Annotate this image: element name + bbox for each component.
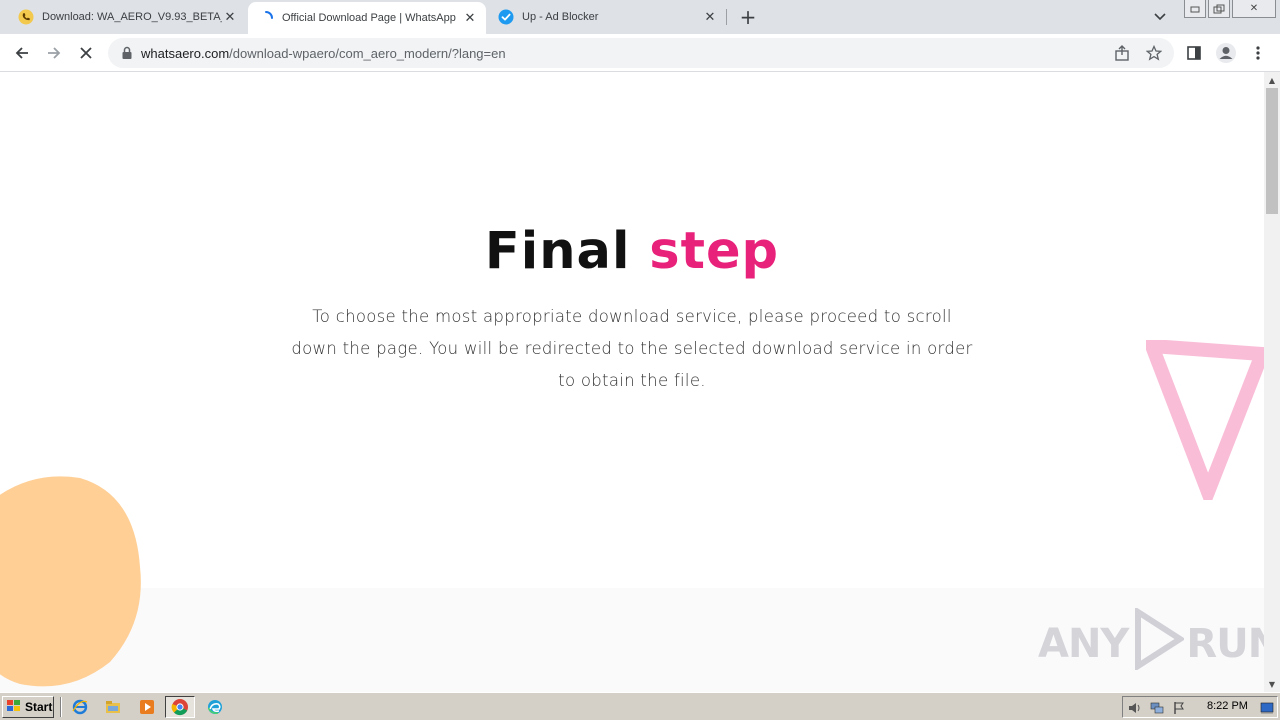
browser-toolbar: whatsaero.com/download-wpaero/com_aero_m… (0, 34, 1280, 72)
tab-search-icon[interactable] (1150, 7, 1170, 27)
tab-title: Up - Ad Blocker (522, 11, 599, 23)
decorative-pink-triangle (1146, 340, 1264, 500)
windows-logo-icon (6, 699, 22, 716)
show-desktop-icon[interactable] (1259, 700, 1275, 716)
forward-arrow-icon[interactable] (42, 41, 66, 65)
tab-download-wa-aero[interactable]: Download: WA_AERO_V9.93_BETA_ ✕ (8, 0, 246, 34)
stop-loading-icon[interactable] (74, 41, 98, 65)
new-tab-button[interactable]: + (736, 5, 760, 29)
title-word-step: step (649, 222, 780, 281)
tab-strip: Download: WA_AERO_V9.93_BETA_ ✕ Official… (0, 0, 1280, 34)
speaker-volume-icon[interactable] (1127, 700, 1143, 716)
tab-separator (726, 9, 727, 25)
network-icon[interactable] (1149, 700, 1165, 716)
checkmark-badge-icon (498, 9, 514, 25)
profile-avatar-icon[interactable] (1214, 41, 1238, 65)
side-panel-icon[interactable] (1182, 41, 1206, 65)
tab-title: Download: WA_AERO_V9.93_BETA_ (42, 11, 222, 23)
chrome-taskbar-icon[interactable] (165, 696, 195, 718)
start-label: Start (25, 700, 53, 714)
file-explorer-icon[interactable] (104, 698, 122, 716)
loading-spinner-icon (258, 10, 274, 26)
tab-official-download[interactable]: Official Download Page | WhatsApp ✕ (248, 2, 486, 34)
whatsapp-phone-icon (18, 9, 34, 25)
watermark-right-text: RUN (1186, 621, 1264, 667)
title-word-final: Final (484, 222, 631, 281)
start-button[interactable]: Start (2, 696, 54, 718)
scroll-down-arrow-icon[interactable]: ▼ (1264, 676, 1280, 692)
url-text[interactable]: whatsaero.com/download-wpaero/com_aero_m… (141, 46, 506, 61)
taskbar-separator (60, 697, 62, 717)
bookmark-star-icon[interactable] (1142, 41, 1166, 65)
windows-taskbar: Start 8:22 PM (0, 692, 1280, 720)
action-center-flag-icon[interactable] (1171, 700, 1187, 716)
watermark-play-icon (1130, 606, 1186, 680)
web-page: Final step To choose the most appropriat… (0, 72, 1264, 692)
anyrun-watermark: ANY RUN (1038, 606, 1264, 680)
internet-explorer-icon[interactable] (71, 698, 89, 716)
scroll-up-arrow-icon[interactable]: ▲ (1264, 72, 1280, 88)
media-player-icon[interactable] (138, 698, 156, 716)
tab-up-ad-blocker[interactable]: Up - Ad Blocker ✕ (488, 0, 726, 34)
tab-title: Official Download Page | WhatsApp (282, 12, 456, 24)
page-description: To choose the most appropriate download … (291, 307, 973, 390)
watermark-left-text: ANY (1038, 621, 1129, 667)
back-arrow-icon[interactable] (10, 41, 34, 65)
lock-icon[interactable] (120, 46, 134, 60)
taskbar-clock[interactable]: 8:22 PM (1207, 700, 1248, 712)
url-host: whatsaero.com (141, 45, 230, 61)
close-tab-icon[interactable]: ✕ (702, 9, 718, 25)
minimize-button[interactable] (1184, 0, 1206, 18)
share-icon[interactable] (1110, 41, 1134, 65)
url-path: /download-wpaero/com_aero_modern/?lang=e… (229, 45, 506, 61)
close-window-button[interactable]: ✕ (1232, 0, 1276, 18)
scrollbar-thumb[interactable] (1266, 88, 1278, 214)
close-tab-icon[interactable]: ✕ (462, 10, 478, 26)
address-bar[interactable]: whatsaero.com/download-wpaero/com_aero_m… (108, 38, 1174, 68)
close-tab-icon[interactable]: ✕ (222, 9, 238, 25)
edge-browser-icon[interactable] (206, 698, 224, 716)
restore-button[interactable] (1208, 0, 1230, 18)
kebab-menu-icon[interactable] (1246, 41, 1270, 65)
page-title: Final step (0, 220, 1264, 284)
system-tray: 8:22 PM (1122, 696, 1278, 718)
vertical-scrollbar[interactable]: ▲ ▼ (1264, 72, 1280, 692)
decorative-orange-blob (0, 476, 141, 687)
